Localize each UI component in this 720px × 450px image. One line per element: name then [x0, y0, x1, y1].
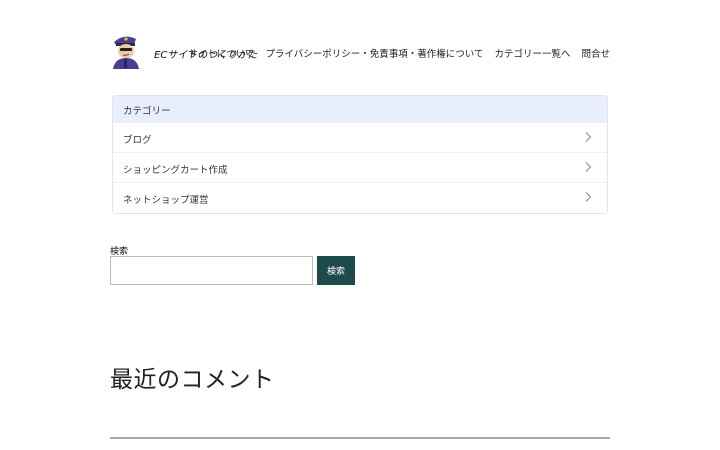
- category-item-blog[interactable]: ブログ: [113, 122, 607, 152]
- nav-item-privacy-policy[interactable]: プライバシーポリシー・免責事項・著作権について: [265, 46, 483, 60]
- category-item-label: ネットショップ運営: [123, 195, 209, 206]
- category-item-shop-management[interactable]: ネットショップ運営: [113, 182, 607, 212]
- nav-item-category-list[interactable]: カテゴリー一覧へ: [494, 46, 570, 60]
- category-list: カテゴリー ブログ ショッピングカート作成 ネットショップ運営: [112, 95, 608, 214]
- divider: [110, 437, 610, 439]
- category-item-label: ショッピングカート作成: [123, 165, 228, 176]
- search-input[interactable]: [110, 256, 313, 285]
- main-nav: サイトについて プライバシーポリシー・免責事項・著作権について カテゴリー一覧へ…: [188, 46, 610, 60]
- nav-item-about[interactable]: サイトについて: [188, 46, 254, 60]
- chevron-right-icon: [585, 192, 592, 202]
- search-button[interactable]: 検索: [317, 256, 355, 285]
- category-list-heading: カテゴリー: [113, 96, 607, 122]
- site-header: ECサイトのつくりかた サイトについて プライバシーポリシー・免責事項・著作権に…: [110, 33, 610, 71]
- police-mascot-logo[interactable]: [110, 33, 142, 69]
- recent-comments-heading: 最近のコメント: [110, 367, 275, 393]
- nav-item-contact[interactable]: 問合せ: [581, 46, 610, 60]
- chevron-right-icon: [585, 132, 592, 142]
- category-item-label: ブログ: [123, 135, 152, 146]
- chevron-right-icon: [585, 162, 592, 172]
- category-item-cart[interactable]: ショッピングカート作成: [113, 152, 607, 182]
